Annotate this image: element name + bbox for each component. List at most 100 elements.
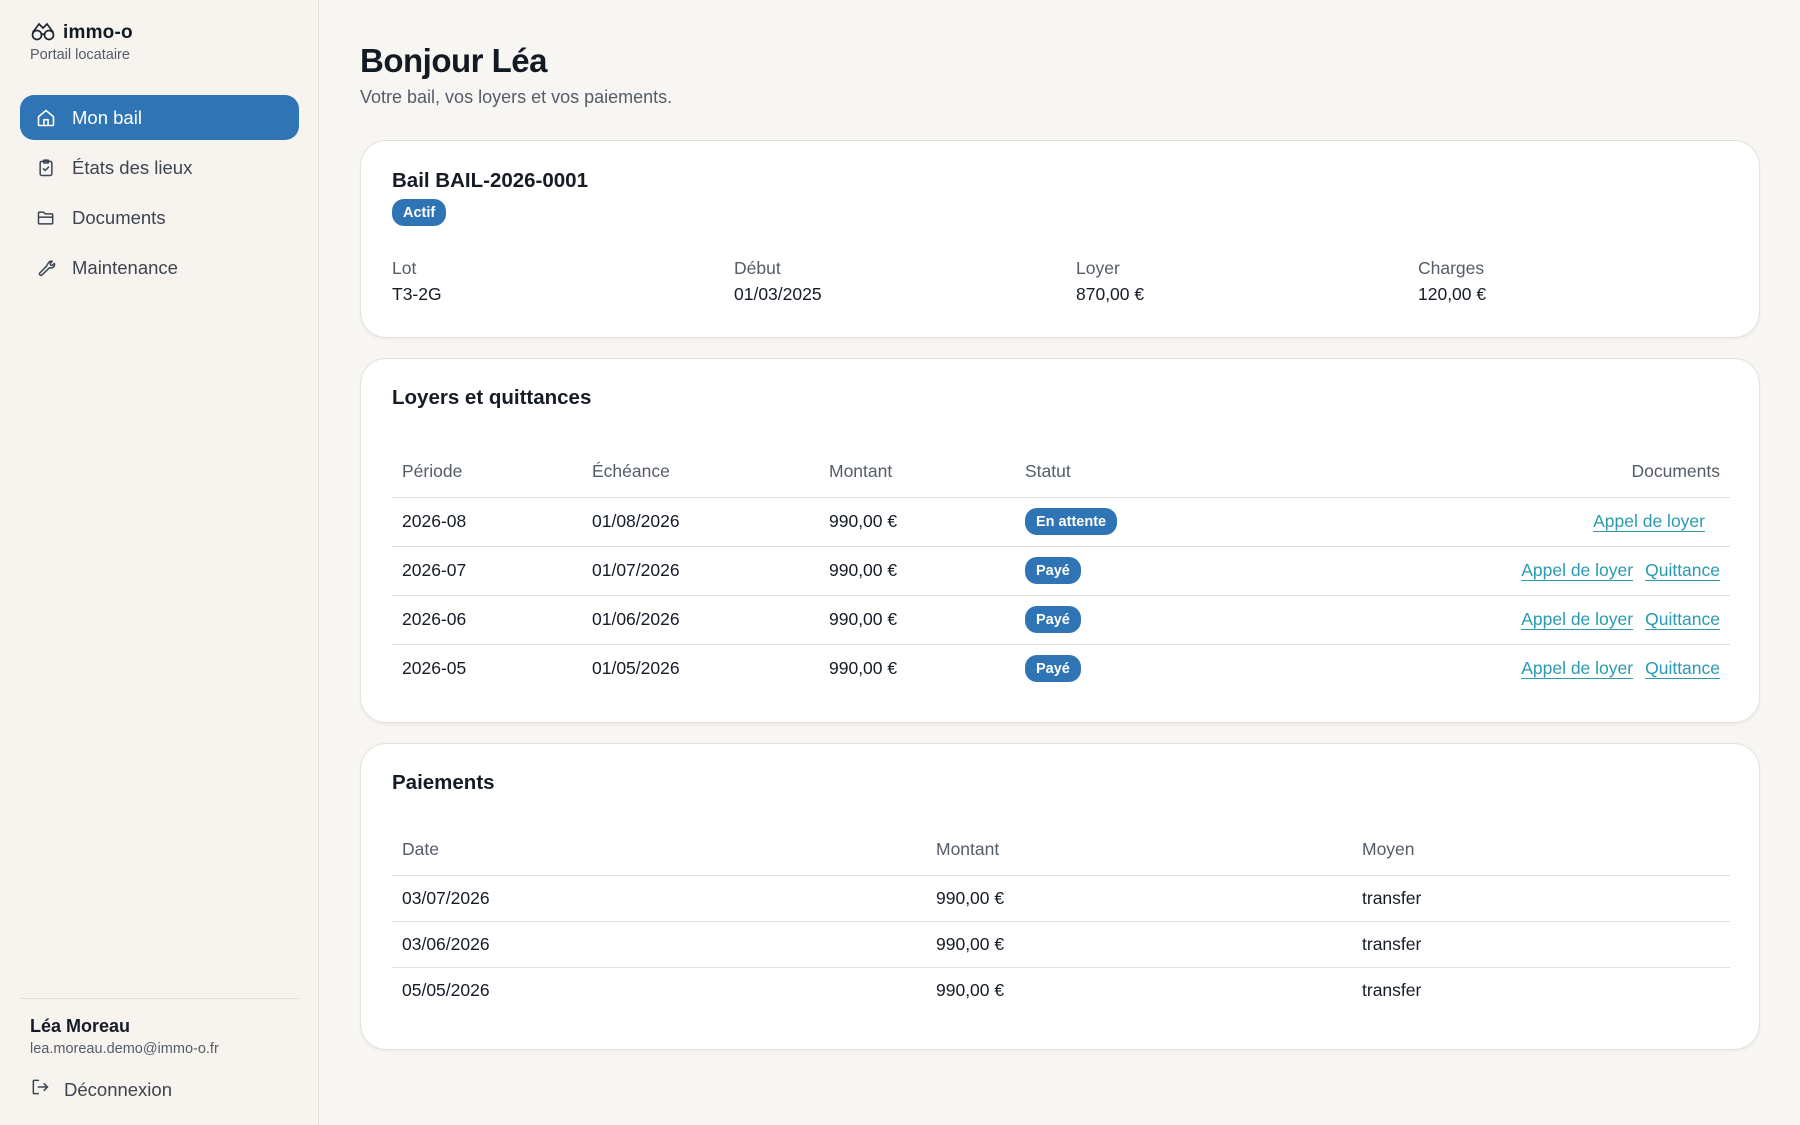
folder-icon: [35, 207, 57, 229]
sidebar-item-mon-bail[interactable]: Mon bail: [20, 95, 299, 140]
table-header-row: Date Montant Moyen: [392, 825, 1730, 876]
payments-card: Paiements Date Montant Moyen 03/07/2026 …: [360, 743, 1760, 1050]
clipboard-icon: [35, 157, 57, 179]
column-header-montant: Montant: [926, 825, 1352, 876]
lease-field-value: 870,00 €: [1076, 284, 1145, 304]
user-name: Léa Moreau: [30, 1016, 131, 1036]
user-email: lea.moreau.demo@immo-o.fr: [30, 1041, 219, 1057]
appel-de-loyer-link[interactable]: Appel de loyer: [1593, 511, 1705, 531]
cell-status: Payé: [1015, 546, 1255, 596]
table-row: 2026-05 01/05/2026 990,00 € Payé Appel d…: [392, 644, 1730, 693]
lease-field-label: Lot: [392, 258, 417, 278]
appel-de-loyer-link[interactable]: Appel de loyer: [1521, 658, 1633, 678]
column-header-echeance: Échéance: [582, 447, 819, 498]
column-header-moyen: Moyen: [1352, 825, 1730, 876]
page-subtitle: Votre bail, vos loyers et vos paiements.: [360, 87, 673, 107]
cell-documents: Appel de loyer Quittance: [1255, 546, 1730, 596]
table-row: 05/05/2026 990,00 € transfer: [392, 967, 1730, 1013]
sidebar-nav: Mon bail États des lieux Documents Maint…: [20, 95, 299, 295]
column-header-montant: Montant: [819, 447, 1015, 498]
sidebar-item-etats-des-lieux[interactable]: États des lieux: [20, 145, 299, 190]
lease-field-value: 120,00 €: [1418, 284, 1487, 304]
cell-method: transfer: [1352, 875, 1730, 922]
lease-field-loyer: Loyer 870,00 €: [1076, 258, 1418, 305]
sidebar-item-documents[interactable]: Documents: [20, 195, 299, 240]
page-title: Bonjour Léa: [360, 42, 548, 79]
lease-title: Bail BAIL-2026-0001: [392, 169, 588, 192]
rents-table: Période Échéance Montant Statut Document…: [392, 447, 1730, 693]
quittance-link[interactable]: Quittance: [1645, 609, 1720, 629]
appel-de-loyer-link[interactable]: Appel de loyer: [1521, 560, 1633, 580]
cell-status: En attente: [1015, 497, 1255, 547]
brand-row: immo-o: [30, 20, 133, 46]
column-header-documents: Documents: [1255, 447, 1730, 498]
logout-icon: [30, 1077, 50, 1102]
cell-due-date: 01/06/2026: [582, 595, 819, 645]
lease-field-label: Loyer: [1076, 258, 1120, 278]
logout-button[interactable]: Déconnexion: [30, 1077, 172, 1102]
lease-field-label: Début: [734, 258, 781, 278]
sidebar-item-label: États des lieux: [72, 156, 193, 178]
rents-title: Loyers et quittances: [392, 386, 592, 409]
brand-name: immo-o: [63, 22, 133, 43]
lease-field-value: T3-2G: [392, 284, 442, 304]
cell-method: transfer: [1362, 979, 1422, 1000]
cell-method: transfer: [1352, 921, 1730, 968]
table-row: 03/06/2026 990,00 € transfer: [392, 921, 1730, 968]
lease-field-lot: Lot T3-2G: [392, 258, 734, 305]
wrench-icon: [35, 257, 57, 279]
column-header-periode: Période: [392, 447, 582, 498]
sidebar-item-label: Documents: [72, 206, 166, 228]
table-row: 2026-07 01/07/2026 990,00 € Payé Appel d…: [392, 546, 1730, 596]
cell-date: 03/07/2026: [392, 875, 926, 922]
cell-documents: Appel de loyer Quittance: [1255, 595, 1730, 645]
lease-card: Bail BAIL-2026-0001 Actif Lot T3-2G Débu…: [360, 140, 1760, 338]
sidebar-divider: [20, 998, 299, 999]
sidebar: immo-o Portail locataire Mon bail États …: [0, 0, 319, 1125]
lease-field-charges: Charges 120,00 €: [1418, 258, 1760, 305]
sidebar-item-label: Mon bail: [72, 106, 142, 128]
cell-amount: 990,00 €: [936, 979, 1005, 1000]
lease-status-badge: Actif: [392, 199, 447, 226]
table-row: 03/07/2026 990,00 € transfer: [392, 875, 1730, 922]
cell-amount: 990,00 €: [829, 658, 898, 679]
cell-due-date: 01/07/2026: [582, 546, 819, 596]
cell-amount: 990,00 €: [926, 921, 1352, 968]
cell-period: 2026-07: [392, 546, 582, 596]
cell-date: 05/05/2026: [402, 979, 490, 1000]
appel-de-loyer-link[interactable]: Appel de loyer: [1521, 609, 1633, 629]
table-row: 2026-08 01/08/2026 990,00 € En attente A…: [392, 497, 1730, 547]
cell-amount: 990,00 €: [819, 546, 1015, 596]
lease-details: Lot T3-2G Début 01/03/2025 Loyer 870,00 …: [392, 258, 1762, 305]
table-row: 2026-06 01/06/2026 990,00 € Payé Appel d…: [392, 595, 1730, 645]
cell-amount: 990,00 €: [926, 875, 1352, 922]
status-badge: Payé: [1025, 606, 1081, 633]
lease-field-label: Charges: [1418, 258, 1485, 278]
quittance-link[interactable]: Quittance: [1645, 658, 1720, 678]
status-badge: Payé: [1025, 557, 1081, 584]
status-badge: En attente: [1025, 508, 1118, 535]
column-header-statut: Statut: [1015, 447, 1255, 498]
lease-field-value: 01/03/2025: [734, 284, 822, 304]
cell-due-date: 01/08/2026: [582, 497, 819, 547]
cell-amount: 990,00 €: [819, 595, 1015, 645]
sidebar-item-maintenance[interactable]: Maintenance: [20, 245, 299, 290]
logo-icon: [30, 20, 56, 47]
cell-status: Payé: [1015, 595, 1255, 645]
cell-period: 2026-06: [392, 595, 582, 645]
cell-amount: 990,00 €: [819, 497, 1015, 547]
cell-status: Payé: [1015, 644, 1255, 693]
column-header-date: Date: [392, 825, 926, 876]
payments-table: Date Montant Moyen 03/07/2026 990,00 € t…: [392, 825, 1730, 1013]
logout-label: Déconnexion: [64, 1078, 172, 1100]
quittance-link[interactable]: Quittance: [1645, 560, 1720, 580]
cell-due-date: 01/05/2026: [592, 658, 680, 679]
cell-period: 2026-05: [402, 658, 467, 679]
brand: immo-o Portail locataire: [30, 20, 133, 63]
cell-documents: Appel de loyer: [1255, 497, 1730, 547]
cell-documents: Appel de loyer Quittance: [1255, 644, 1730, 693]
home-icon: [35, 107, 57, 129]
lease-field-debut: Début 01/03/2025: [734, 258, 1076, 305]
payments-title: Paiements: [392, 771, 495, 794]
table-header-row: Période Échéance Montant Statut Document…: [392, 447, 1730, 498]
